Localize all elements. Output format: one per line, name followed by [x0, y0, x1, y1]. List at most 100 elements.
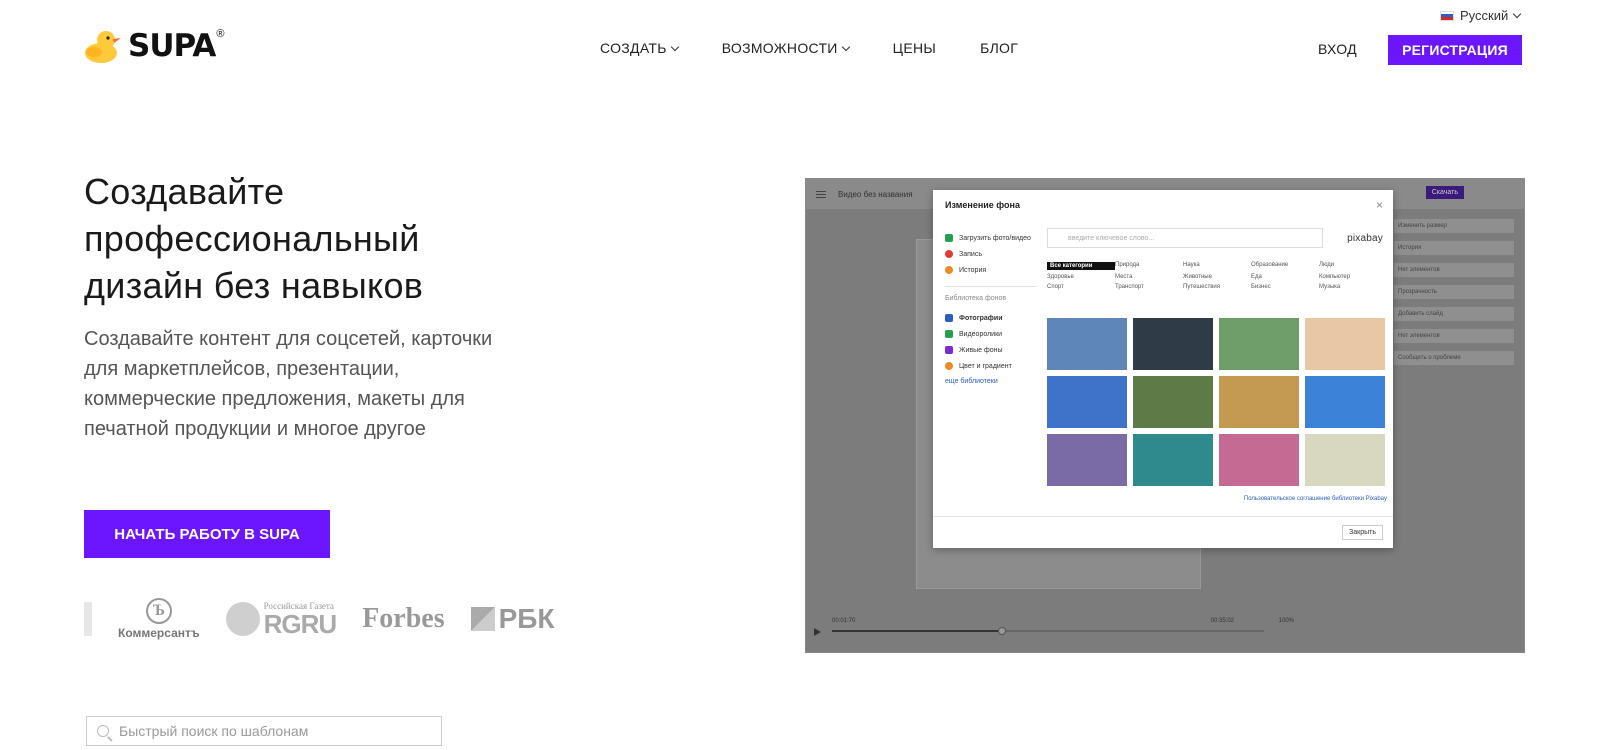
modal-close-button: Закрыть — [1342, 525, 1383, 540]
modal-search-input: введите ключевое слово... — [1047, 228, 1323, 248]
template-search-input[interactable]: Быстрый поиск по шаблонам — [86, 716, 442, 746]
search-icon — [97, 725, 109, 737]
time-end: 00:35:02 — [1210, 618, 1234, 624]
register-button[interactable]: РЕГИСТРАЦИЯ — [1388, 35, 1522, 65]
forbes-logo: Forbes — [362, 603, 445, 634]
history-icon — [945, 266, 953, 274]
search-placeholder: Быстрый поиск по шаблонам — [119, 723, 309, 739]
record-icon — [945, 250, 953, 258]
play-icon — [814, 628, 821, 636]
category-item: Здоровье — [1047, 274, 1074, 280]
modal-action-label: Запись — [959, 250, 982, 258]
nav-create-label: СОЗДАТЬ — [600, 40, 667, 56]
hero-title-line: профессиональный — [84, 218, 420, 259]
landing-page: Русский SUPA ® СОЗДАТЬ ВОЗМОЖНОСТИ ЦЕНЫ … — [0, 0, 1600, 750]
partial-logo — [84, 602, 92, 636]
library-item: Живые фоны — [945, 342, 1037, 358]
main-nav: СОЗДАТЬ ВОЗМОЖНОСТИ ЦЕНЫ БЛОГ — [600, 40, 1018, 56]
thumbnail-image — [1305, 318, 1385, 370]
modal-action-label: Загрузить фото/видео — [959, 234, 1031, 242]
upload-icon — [945, 234, 953, 242]
chevron-down-icon — [670, 42, 679, 51]
panel-item: Изменить размер — [1394, 219, 1514, 233]
eagle-icon — [225, 602, 260, 636]
category-item: Путешествия — [1183, 284, 1221, 290]
press-logos: Ъ Коммерсантъ Российская Газета RGRU For… — [84, 598, 555, 640]
editor-download-button: Скачать — [1425, 186, 1464, 199]
chevron-down-icon — [1513, 9, 1522, 19]
start-button[interactable]: НАЧАТЬ РАБОТУ В SUPA — [84, 510, 330, 558]
thumbnail-image — [1047, 318, 1127, 370]
kommersant-text: Коммерсантъ — [118, 626, 200, 640]
hero-title: Создавайте профессиональный дизайн без н… — [84, 168, 684, 309]
library-item: Фотографии — [945, 310, 1037, 326]
nav-features[interactable]: ВОЗМОЖНОСТИ — [721, 40, 850, 56]
logo-text: SUPA — [128, 28, 216, 64]
palette-icon — [945, 362, 953, 370]
category-item: Еда — [1251, 274, 1262, 280]
thumbnail-image — [1047, 434, 1127, 486]
duck-logo-icon — [85, 31, 121, 63]
library-item-label: Видеоролики — [959, 330, 1003, 338]
thumbnail-image — [1133, 434, 1213, 486]
category-item: Люди — [1319, 262, 1335, 268]
nav-prices-label: ЦЕНЫ — [892, 40, 937, 56]
rbk-text: РБК — [498, 603, 555, 634]
category-item: Музыка — [1319, 284, 1341, 290]
supa-logo[interactable]: SUPA ® — [84, 28, 224, 64]
category-item: Бизнес — [1251, 284, 1271, 290]
library-item-label: Фотографии — [959, 314, 1003, 322]
nav-blog[interactable]: БЛОГ — [980, 40, 1018, 56]
modal-action: Загрузить фото/видео — [945, 230, 1037, 246]
category-item: Наука — [1183, 262, 1200, 268]
modal-title: Изменение фона — [945, 200, 1020, 210]
background-modal: Изменение фона × Загрузить фото/видео За… — [933, 190, 1393, 548]
thumbnail-image — [1133, 376, 1213, 428]
registered-mark: ® — [216, 28, 225, 40]
language-label: Русский — [1460, 8, 1509, 23]
category-item: Компьютер — [1319, 274, 1351, 280]
panel-item: Добавить слайд — [1394, 307, 1514, 321]
hero-title-line: дизайн без навыков — [84, 265, 424, 306]
library-item: Видеоролики — [945, 326, 1037, 342]
nav-create[interactable]: СОЗДАТЬ — [600, 40, 679, 56]
rbk-logo: РБК — [470, 603, 555, 635]
thumbnail-image — [1305, 376, 1385, 428]
modal-action: Запись — [945, 246, 1037, 262]
pixabay-logo: pixabay — [1347, 233, 1383, 244]
rg-logo: Российская Газета RGRU — [225, 601, 337, 637]
category-item: Все категории — [1047, 262, 1115, 270]
category-item: Образование — [1251, 262, 1289, 268]
hero-title-line: Создавайте — [84, 171, 285, 212]
library-item: Цвет и градиент — [945, 358, 1037, 374]
chevron-down-icon — [841, 42, 850, 51]
kommersant-mark: Ъ — [145, 598, 172, 624]
category-item: Места — [1115, 274, 1133, 280]
thumbnail-image — [1219, 318, 1299, 370]
modal-footer: Закрыть — [933, 516, 1393, 548]
terms-link: Пользовательское соглашение библиотеки P… — [1243, 496, 1387, 502]
rbk-mark-icon — [470, 607, 495, 631]
thumbnail-image — [1133, 318, 1213, 370]
nav-features-label: ВОЗМОЖНОСТИ — [721, 40, 838, 56]
thumbnail-image — [1047, 376, 1127, 428]
category-item: Природа — [1115, 262, 1140, 268]
thumbnail-image — [1219, 376, 1299, 428]
more-libraries-link: еще библиотеки — [945, 378, 998, 385]
live-bg-icon — [945, 346, 953, 354]
language-selector[interactable]: Русский — [1440, 8, 1522, 23]
panel-item: Прозрачность — [1394, 285, 1514, 299]
time-start: 00:01:70 — [832, 618, 856, 624]
video-icon — [945, 330, 953, 338]
russia-flag-icon — [1440, 10, 1454, 21]
login-link[interactable]: ВХОД — [1318, 41, 1357, 57]
modal-sidebar: Загрузить фото/видео Запись История Библ… — [945, 230, 1037, 385]
category-list: Все категории Природа Наука Образование Люди… — [1047, 262, 1383, 290]
hero-subtitle: Создавайте контент для соцсетей, карточк… — [84, 328, 493, 440]
nav-prices[interactable]: ЦЕНЫ — [893, 40, 936, 56]
timeline-knob — [998, 627, 1006, 635]
category-item: Спорт — [1047, 284, 1064, 290]
library-title: Библиотека фонов — [945, 295, 1007, 302]
panel-item: Сообщить о проблеме — [1394, 351, 1514, 365]
modal-action-label: История — [959, 266, 987, 274]
